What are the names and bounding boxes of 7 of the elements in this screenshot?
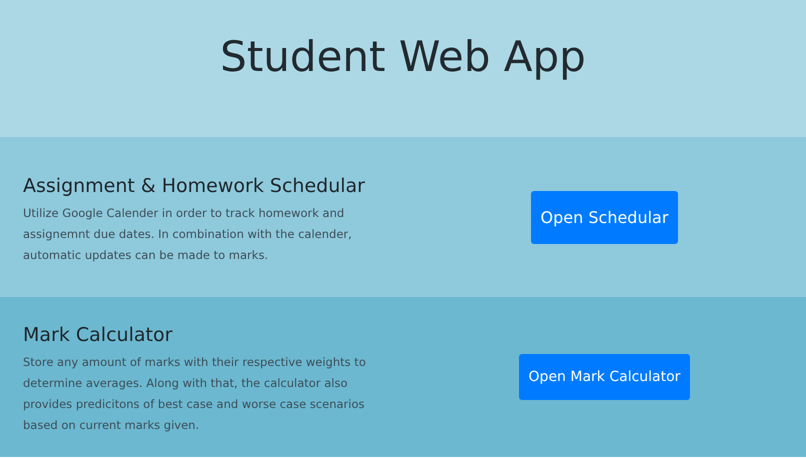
section-description: Store any amount of marks with their respective weights to determine averages. Along with that, the calculator also provides predicitons of best case and worse case scenarios based on current marks given.	[23, 354, 367, 434]
open-button[interactable]: Open Mark Calculator	[518, 354, 690, 400]
page-title: Student Web App	[220, 32, 586, 80]
section-heading: Assignment & Homework Schedular	[23, 174, 366, 196]
section-description: Utilize Google Calender in order to track homework and assignemnt due dates. In combination with the calender, automatic updates can be made to marks.	[23, 204, 353, 264]
section-heading: Mark Calculator	[23, 324, 174, 346]
open-button[interactable]: Open Schedular	[530, 190, 678, 244]
